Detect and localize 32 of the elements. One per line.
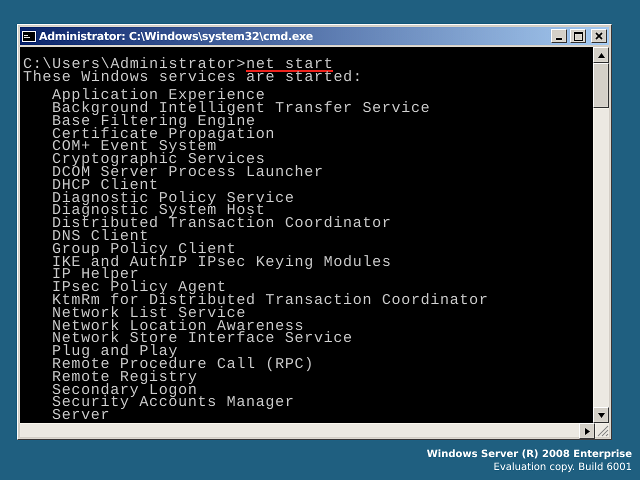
service-name: Cryptographic Services	[52, 154, 266, 168]
maximize-button[interactable]	[570, 29, 586, 43]
console-icon	[22, 30, 36, 42]
vertical-scrollbar[interactable]	[593, 47, 609, 423]
service-name: Plug and Play	[52, 346, 178, 360]
window-title: Administrator: C:\Windows\system32\cmd.exe	[39, 30, 314, 42]
resize-grip-icon[interactable]	[595, 423, 609, 437]
service-name: Application Experience	[52, 90, 266, 104]
command-text: net start	[246, 59, 334, 72]
service-name: Secondary Logon	[52, 384, 198, 398]
right-arrow-icon	[584, 428, 590, 434]
build-text: Evaluation copy. Build 6001	[494, 461, 632, 474]
service-name: Server	[52, 410, 110, 423]
scroll-thumb[interactable]	[593, 63, 609, 108]
service-name: Diagnostic Policy Service	[52, 192, 295, 206]
edition-text: Windows Server (R) 2008 Enterprise	[426, 448, 632, 461]
service-name: Certificate Propagation	[52, 128, 276, 142]
service-name: Background Intelligent Transfer Service	[52, 103, 430, 116]
minimize-button[interactable]	[551, 29, 567, 43]
service-name: Security Accounts Manager	[52, 397, 295, 410]
up-arrow-icon	[598, 52, 604, 58]
scroll-up-button[interactable]	[593, 47, 609, 63]
service-name: IP Helper	[52, 269, 140, 282]
scroll-right-button[interactable]	[579, 423, 595, 439]
service-name: Group Policy Client	[52, 244, 236, 257]
close-icon	[595, 32, 603, 40]
close-button[interactable]	[591, 29, 607, 43]
output-line: These Windows services are started:	[23, 72, 363, 85]
service-name: IPsec Policy Agent	[52, 282, 227, 296]
scroll-down-button[interactable]	[593, 407, 609, 423]
down-arrow-icon	[598, 412, 604, 418]
maximize-icon	[574, 32, 582, 40]
